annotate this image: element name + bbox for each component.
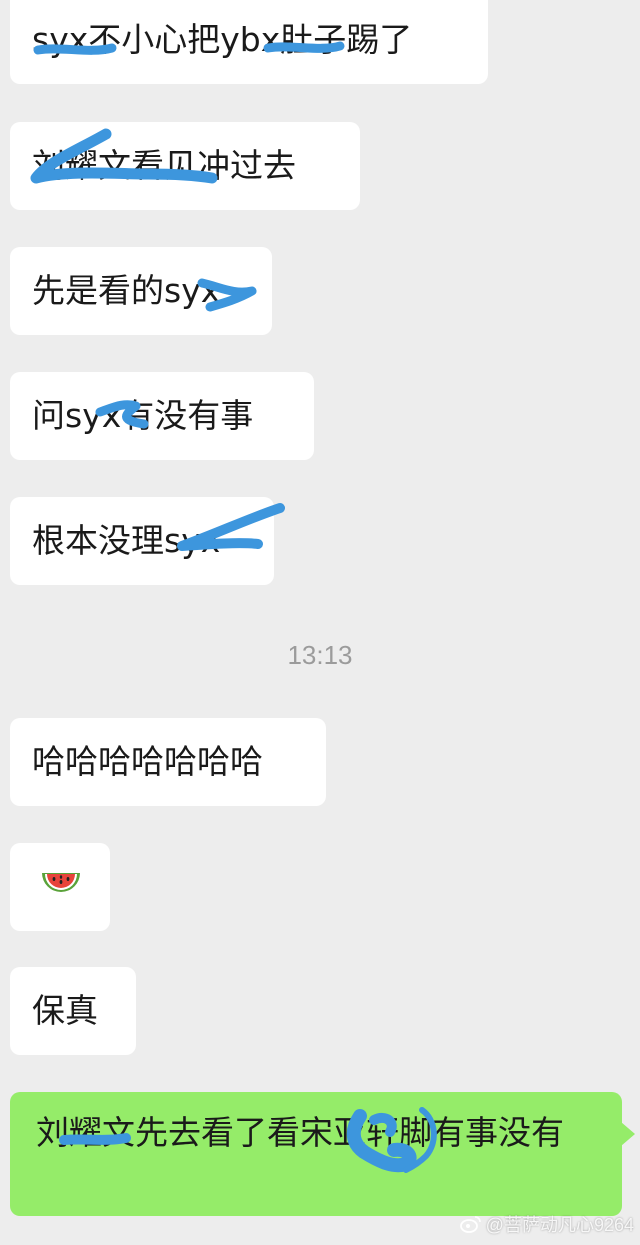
watermark: @菩萨动凡心9264 xyxy=(459,1211,634,1237)
weibo-logo-icon xyxy=(459,1216,481,1233)
message-text: 刘耀文看见冲过去 xyxy=(32,146,296,185)
chat-message-bubble[interactable]: 根本没理syx xyxy=(10,497,274,585)
chat-message-bubble[interactable]: syx不小心把ybx肚子踢了 xyxy=(10,0,488,84)
message-text: 保真 xyxy=(32,991,98,1030)
watermelon-icon xyxy=(42,873,80,892)
message-timestamp: 13:13 xyxy=(287,640,353,670)
chat-message-bubble[interactable] xyxy=(10,843,110,931)
bubble-tail xyxy=(621,1122,635,1146)
watermark-text: @菩萨动凡心9264 xyxy=(485,1215,634,1235)
message-text: 问syx有没有事 xyxy=(32,396,254,435)
message-text: 根本没理syx xyxy=(32,521,221,560)
message-text: 哈哈哈哈哈哈哈 xyxy=(32,742,263,781)
message-text: 刘耀文先去看了看宋亚轩脚有事没有 xyxy=(36,1113,564,1152)
chat-message-bubble[interactable]: 哈哈哈哈哈哈哈 xyxy=(10,718,326,806)
chat-message-bubble[interactable]: 刘耀文看见冲过去 xyxy=(10,122,360,210)
chat-message-bubble-outgoing[interactable]: 刘耀文先去看了看宋亚轩脚有事没有 xyxy=(10,1092,622,1216)
chat-message-bubble[interactable]: 先是看的syx xyxy=(10,247,272,335)
chat-message-bubble[interactable]: 保真 xyxy=(10,967,136,1055)
chat-message-bubble[interactable]: 问syx有没有事 xyxy=(10,372,314,460)
message-text: 先是看的syx xyxy=(32,271,221,310)
message-text: syx不小心把ybx肚子踢了 xyxy=(32,20,413,59)
